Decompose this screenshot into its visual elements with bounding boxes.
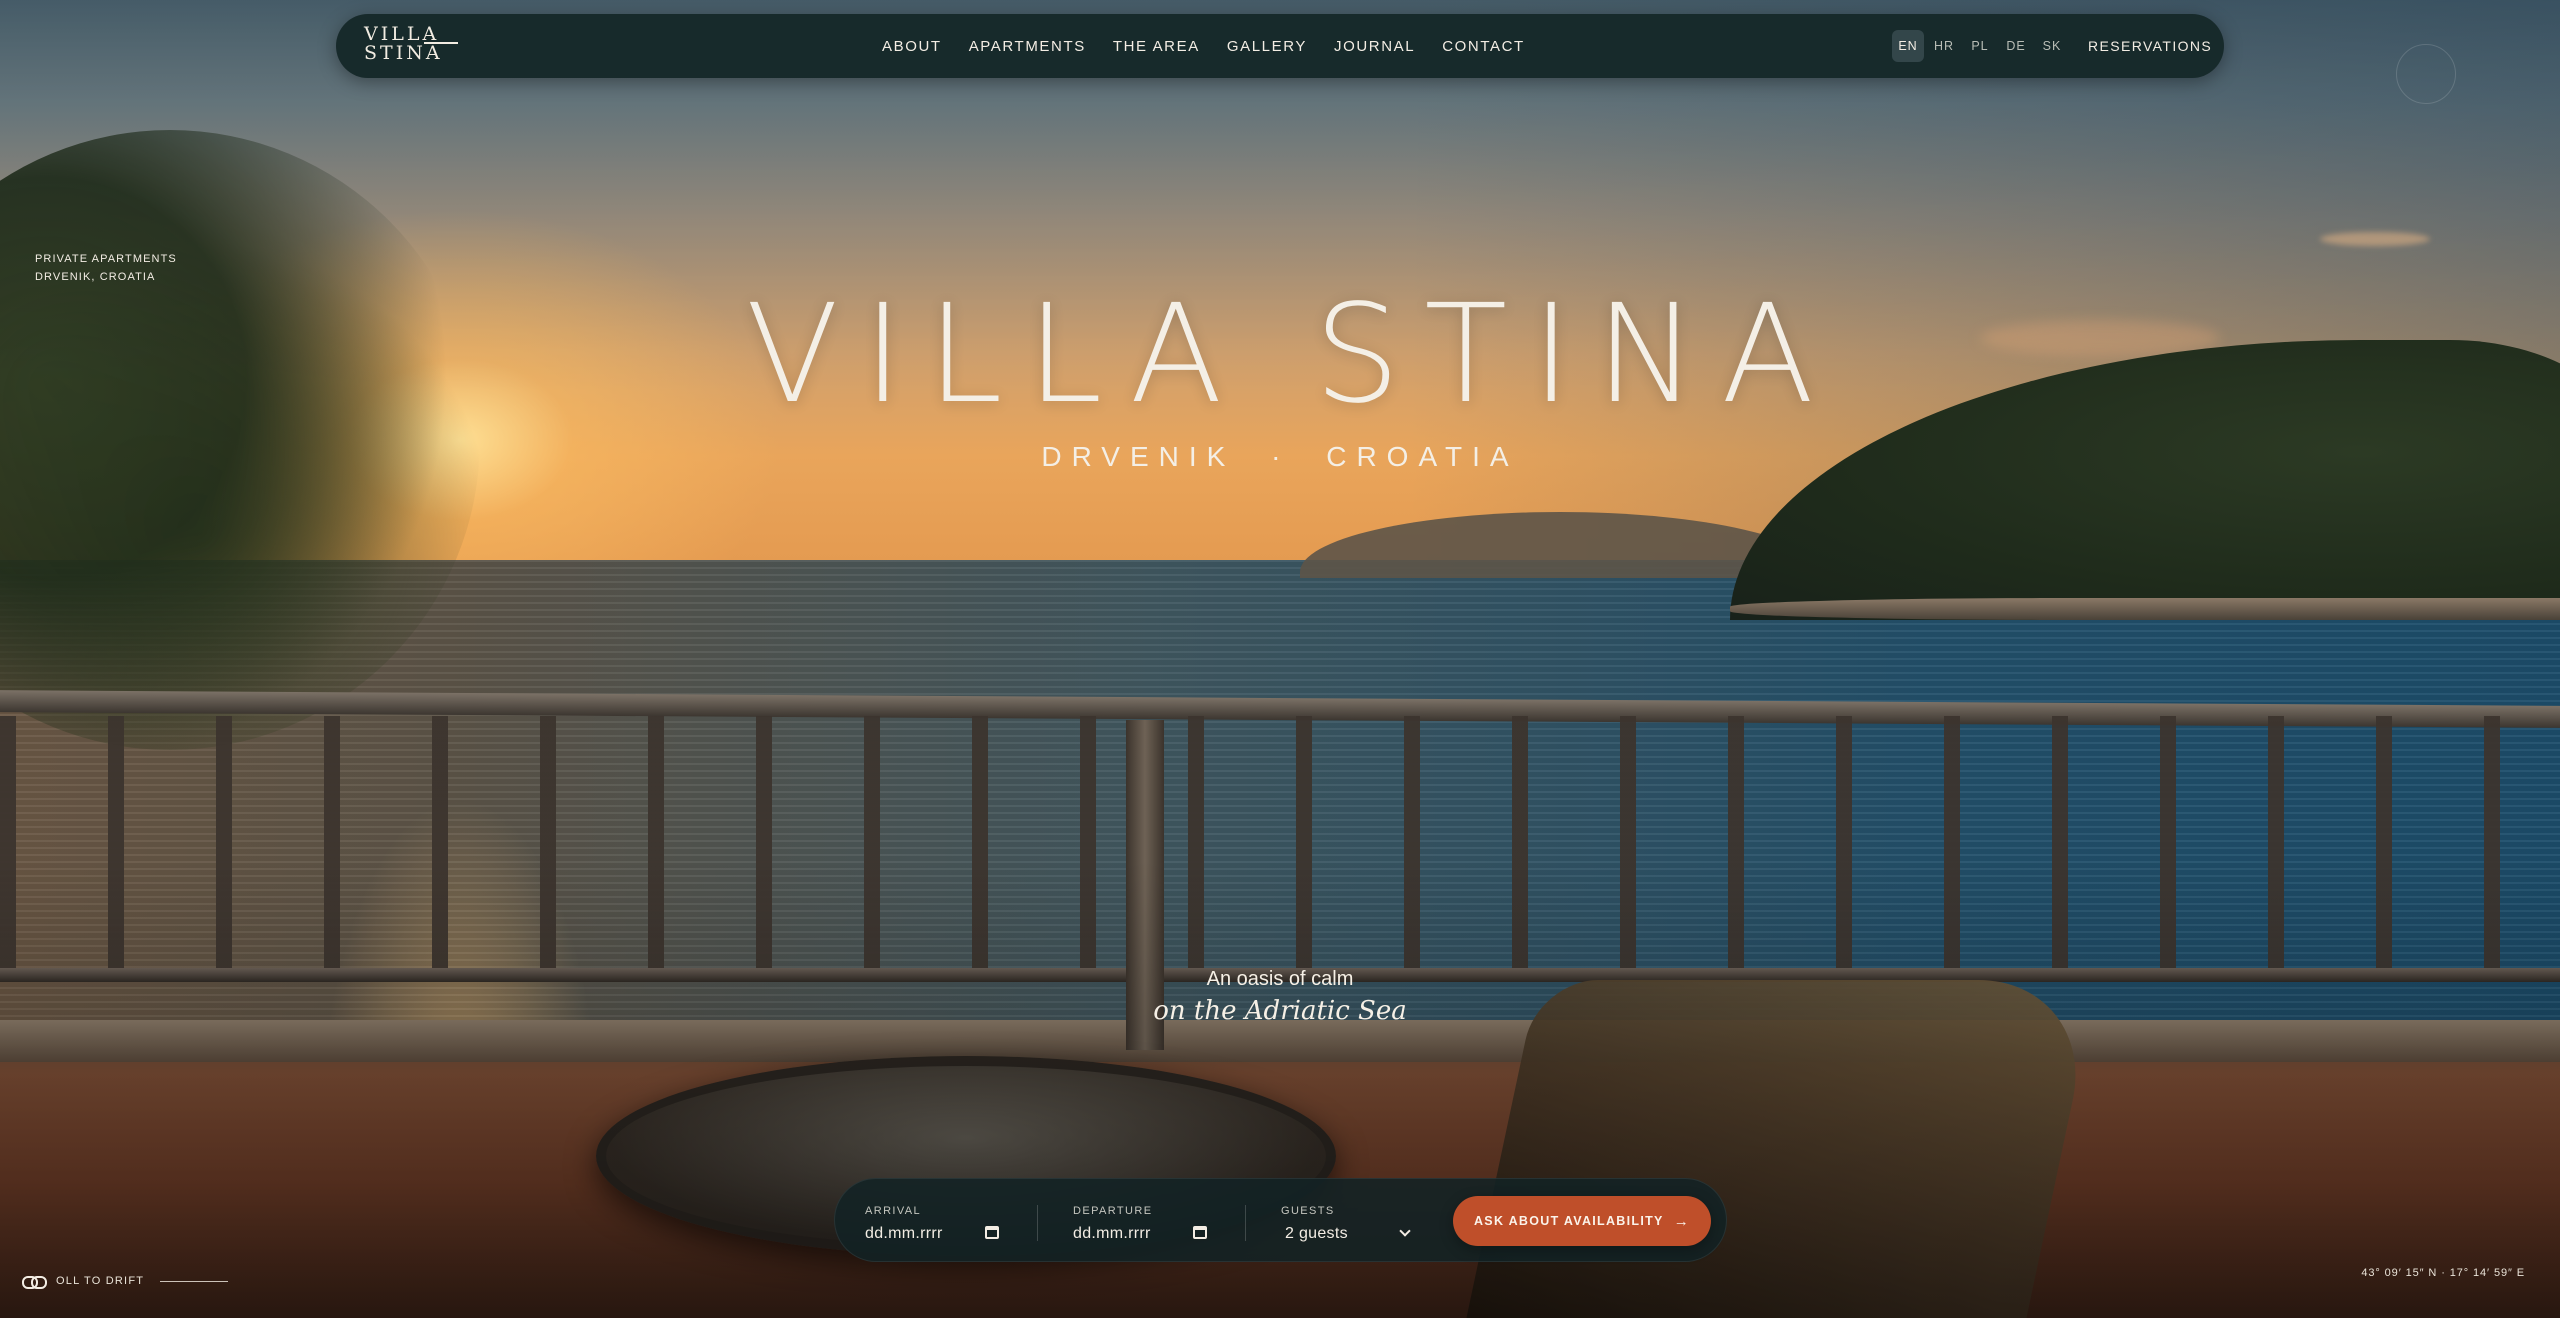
scroll-link-icon[interactable] xyxy=(20,1271,48,1291)
hero-overlay xyxy=(0,0,2560,1318)
booking-widget: ARRIVAL dd.mm.rrrr DEPARTURE dd.mm.rrrr … xyxy=(834,1178,1727,1262)
arrival-field[interactable]: ARRIVAL dd.mm.rrrr xyxy=(865,1179,1015,1263)
language-switcher: EN HR PL DE SK xyxy=(1892,30,2072,62)
nav-link-contact[interactable]: CONTACT xyxy=(1442,38,1525,55)
calendar-icon[interactable] xyxy=(985,1226,999,1239)
side-info-line-1: PRIVATE APARTMENTS xyxy=(35,253,177,265)
arrival-input[interactable]: dd.mm.rrrr xyxy=(865,1225,943,1243)
field-divider xyxy=(1245,1205,1246,1241)
field-divider xyxy=(1037,1205,1038,1241)
nav-link-the-area[interactable]: THE AREA xyxy=(1113,38,1200,55)
lang-pl[interactable]: PL xyxy=(1964,30,1996,62)
scroll-line xyxy=(160,1280,229,1282)
guests-label: GUESTS xyxy=(1281,1205,1335,1217)
departure-field[interactable]: DEPARTURE dd.mm.rrrr xyxy=(1073,1179,1223,1263)
arrival-label: ARRIVAL xyxy=(865,1205,922,1217)
cursor-follower xyxy=(2396,44,2456,104)
reservations-link[interactable]: RESERVATIONS xyxy=(2088,14,2212,78)
scroll-indicator[interactable]: OLL TO DRIFT xyxy=(20,1266,229,1296)
scroll-text: OLL TO DRIFT xyxy=(56,1275,145,1287)
calendar-icon[interactable] xyxy=(1193,1226,1207,1239)
cta-label: ASK ABOUT AVAILABILITY xyxy=(1473,1214,1664,1228)
nav-link-gallery[interactable]: GALLERY xyxy=(1227,38,1307,55)
hero-background xyxy=(0,0,2560,1318)
lang-sk[interactable]: SK xyxy=(2036,30,2068,62)
logo-dash xyxy=(424,42,458,44)
guests-select[interactable]: 2 guests xyxy=(1285,1225,1348,1243)
hero-tagline: An oasis of calm on the Adriatic Sea xyxy=(0,966,2560,1028)
main-menu: ABOUT APARTMENTS THE AREA GALLERY JOURNA… xyxy=(882,14,1552,78)
arrow-right-icon: → xyxy=(1673,1212,1690,1230)
lang-en[interactable]: EN xyxy=(1892,30,1924,62)
subtitle-country: CROATIA xyxy=(1326,441,1519,472)
coordinates: 43° 09′ 15″ N · 17° 14′ 59″ E xyxy=(2361,1267,2525,1279)
guests-field[interactable]: GUESTS 2 guests xyxy=(1281,1179,1421,1263)
lang-de[interactable]: DE xyxy=(2000,30,2032,62)
ask-availability-button[interactable]: ASK ABOUT AVAILABILITY → xyxy=(1453,1196,1711,1246)
departure-label: DEPARTURE xyxy=(1073,1205,1153,1217)
chevron-down-icon[interactable] xyxy=(1399,1225,1411,1237)
nav-link-apartments[interactable]: APARTMENTS xyxy=(969,38,1086,55)
departure-input[interactable]: dd.mm.rrrr xyxy=(1073,1225,1151,1243)
tagline-line-1: An oasis of calm xyxy=(1206,968,1354,990)
hero-title: VILLA STINA xyxy=(745,276,1839,434)
nav-link-about[interactable]: ABOUT xyxy=(882,38,942,55)
subtitle-separator: · xyxy=(1271,441,1291,472)
brand-logo[interactable]: VILLA STINA xyxy=(364,25,474,69)
subtitle-town: DRVENIK xyxy=(1041,441,1236,472)
tagline-line-2: on the Adriatic Sea xyxy=(1153,996,1407,1026)
nav-link-journal[interactable]: JOURNAL xyxy=(1334,38,1415,55)
top-navbar: VILLA STINA ABOUT APARTMENTS THE AREA GA… xyxy=(336,14,2224,78)
logo-line-2: STINA xyxy=(364,42,443,64)
lang-hr[interactable]: HR xyxy=(1928,30,1960,62)
hero-subtitle: DRVENIK · CROATIA xyxy=(0,441,2560,473)
